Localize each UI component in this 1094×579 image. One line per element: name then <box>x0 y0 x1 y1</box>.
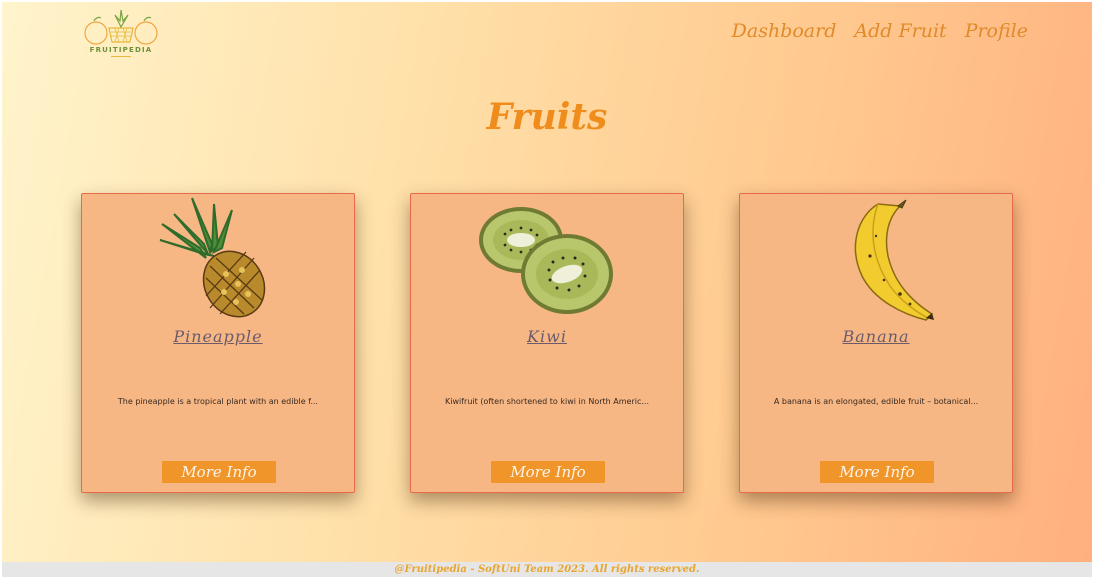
fruit-card-banana: Banana A banana is an elongated, edible … <box>739 193 1013 493</box>
logo-text: FRUITIPEDIA <box>89 46 153 54</box>
fruit-description: A banana is an elongated, edible fruit –… <box>773 397 979 406</box>
banana-icon <box>854 199 934 321</box>
more-info-button[interactable]: More Info <box>820 461 934 483</box>
more-info-button[interactable]: More Info <box>491 461 605 483</box>
page: FRUITIPEDIA Dashboard Add Fruit Profile … <box>2 2 1092 562</box>
fruit-description: Kiwifruit (often shortened to kiwi in No… <box>445 397 649 406</box>
nav-dashboard-link[interactable]: Dashboard <box>732 20 837 42</box>
kiwi-icon <box>479 207 613 314</box>
main-nav: Dashboard Add Fruit Profile <box>732 20 1028 42</box>
footer-text: @Fruitipedia - SoftUni Team 2023. All ri… <box>2 562 1092 577</box>
fruit-card-kiwi: Kiwi Kiwifruit (often shortened to kiwi … <box>410 193 684 493</box>
fruit-name-link[interactable]: Kiwi <box>411 327 683 346</box>
nav-add-fruit-link[interactable]: Add Fruit <box>854 20 946 42</box>
fruit-card-pineapple: Pineapple The pineapple is a tropical pl… <box>81 193 355 493</box>
logo-underline <box>111 56 131 57</box>
logo-fruits-icon <box>84 9 158 45</box>
fruit-description: The pineapple is a tropical plant with a… <box>117 397 319 406</box>
pineapple-icon <box>159 197 266 318</box>
page-title: Fruits <box>486 96 608 138</box>
fruitipedia-logo[interactable]: FRUITIPEDIA <box>82 6 160 60</box>
more-info-button[interactable]: More Info <box>162 461 276 483</box>
fruit-name-link[interactable]: Pineapple <box>82 327 354 346</box>
fruit-name-link[interactable]: Banana <box>740 327 1012 346</box>
nav-profile-link[interactable]: Profile <box>965 20 1028 42</box>
